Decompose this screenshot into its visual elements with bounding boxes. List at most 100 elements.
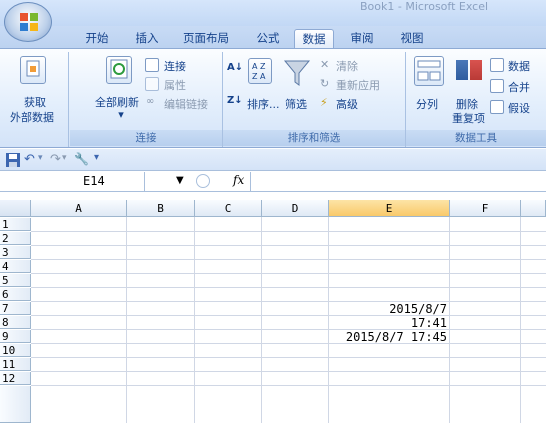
- insert-function-icon[interactable]: fx: [233, 173, 244, 187]
- formula-input[interactable]: [250, 172, 546, 191]
- gridline: [31, 329, 546, 330]
- cell-e6[interactable]: 2015/8/7: [329, 303, 447, 316]
- tab-insert[interactable]: 插入: [128, 29, 166, 48]
- row-header-1[interactable]: 1: [0, 218, 31, 231]
- office-button[interactable]: [4, 2, 52, 42]
- remove-duplicates-icon-2: [470, 60, 482, 80]
- tab-page-layout[interactable]: 页面布局: [174, 29, 238, 48]
- column-header-g[interactable]: [521, 200, 546, 217]
- refresh-all-icon[interactable]: [106, 56, 132, 84]
- advanced-filter-icon: ⚡: [320, 96, 328, 109]
- row-header-6[interactable]: 6: [0, 288, 31, 301]
- tab-view[interactable]: 视图: [392, 29, 432, 48]
- gridline: [31, 245, 546, 246]
- connections-button[interactable]: 连接: [164, 58, 186, 74]
- row-header-5[interactable]: 5: [0, 274, 31, 287]
- row-header-10[interactable]: 10: [0, 344, 31, 357]
- gridline: [449, 217, 450, 423]
- column-header-a[interactable]: A: [31, 200, 127, 217]
- row-header-2[interactable]: 2: [0, 232, 31, 245]
- consolidate-icon[interactable]: [490, 79, 504, 93]
- sort-desc-icon[interactable]: Z↓: [227, 95, 243, 106]
- tab-data[interactable]: 数据: [294, 29, 334, 48]
- remove-duplicates-icon[interactable]: [456, 60, 468, 80]
- tab-formulas[interactable]: 公式: [248, 29, 288, 48]
- properties-icon: [145, 77, 159, 91]
- get-external-data-label-1[interactable]: 获取: [20, 94, 50, 110]
- gridline: [31, 301, 546, 302]
- row-header-9[interactable]: 9: [0, 330, 31, 343]
- gridline: [194, 217, 195, 423]
- refresh-dropdown-icon[interactable]: ▾: [116, 108, 126, 121]
- row-header-7[interactable]: 7: [0, 302, 31, 315]
- row-header-3[interactable]: 3: [0, 246, 31, 259]
- sort-dialog-icon[interactable]: A ZZ A: [248, 58, 272, 84]
- cell-e7[interactable]: 17:41: [329, 317, 447, 330]
- gridline: [520, 217, 521, 423]
- gridline: [31, 343, 546, 344]
- svg-text:A Z: A Z: [252, 62, 266, 71]
- clear-filter-button[interactable]: 清除: [336, 58, 358, 74]
- window-title: Book1 - Microsoft Excel: [360, 0, 489, 13]
- row-header-11[interactable]: 11: [0, 358, 31, 371]
- advanced-filter-button[interactable]: 高级: [336, 96, 358, 112]
- text-to-columns-button[interactable]: 分列: [416, 96, 438, 112]
- column-header-d[interactable]: D: [262, 200, 329, 217]
- sort-button[interactable]: 排序...: [247, 96, 280, 112]
- text-to-columns-icon[interactable]: [414, 56, 444, 86]
- what-if-icon[interactable]: [490, 100, 504, 114]
- edit-links-icon: ∞: [146, 96, 155, 107]
- get-external-data-icon: [20, 56, 46, 84]
- gridline: [31, 371, 546, 372]
- row-header-12[interactable]: 12: [0, 372, 31, 385]
- formula-cancel-icon[interactable]: [196, 174, 210, 188]
- column-header-c[interactable]: C: [195, 200, 262, 217]
- connections-group-label: 连接: [70, 130, 222, 146]
- cell-e8[interactable]: 2015/8/7 17:45: [329, 331, 447, 344]
- gridline: [126, 217, 127, 423]
- gridline: [31, 273, 546, 274]
- gridline: [31, 259, 546, 260]
- gridline: [31, 315, 546, 316]
- gridline: [31, 385, 546, 386]
- custom-tool-icon[interactable]: 🔧: [74, 152, 89, 166]
- column-header-f[interactable]: F: [450, 200, 521, 217]
- clear-filter-icon: ✕: [320, 58, 330, 71]
- row-header-13[interactable]: [0, 386, 31, 423]
- data-validation-button[interactable]: 数据: [508, 58, 530, 74]
- column-header-e[interactable]: E: [329, 200, 450, 217]
- tab-home[interactable]: 开始: [78, 29, 116, 48]
- customize-qat-icon[interactable]: ▾: [94, 152, 99, 163]
- gridline: [31, 231, 546, 232]
- data-validation-icon[interactable]: [490, 58, 504, 72]
- redo-icon[interactable]: ↷: [50, 152, 61, 167]
- remove-duplicates-label-2[interactable]: 重复项: [452, 110, 485, 126]
- column-header-b[interactable]: B: [127, 200, 195, 217]
- select-all-corner[interactable]: [0, 200, 31, 217]
- undo-dropdown-icon[interactable]: ▾: [38, 153, 43, 163]
- worksheet-grid[interactable]: [0, 200, 546, 423]
- sort-filter-group-label: 排序和筛选: [223, 130, 405, 146]
- undo-icon[interactable]: ↶: [24, 152, 35, 167]
- redo-dropdown-icon[interactable]: ▾: [62, 153, 67, 163]
- connections-icon: [145, 58, 159, 72]
- gridline: [31, 357, 546, 358]
- get-external-data-label-2[interactable]: 外部数据: [2, 109, 62, 125]
- edit-links-button[interactable]: 编辑链接: [164, 96, 208, 112]
- save-icon[interactable]: [5, 152, 21, 168]
- sort-asc-icon[interactable]: A↓: [227, 62, 243, 73]
- reapply-button[interactable]: 重新应用: [336, 77, 380, 93]
- svg-text:Z A: Z A: [252, 72, 266, 81]
- row-header-8[interactable]: 8: [0, 316, 31, 329]
- gridline: [261, 217, 262, 423]
- name-box[interactable]: E14: [0, 172, 145, 191]
- what-if-button[interactable]: 假设: [508, 100, 530, 116]
- filter-button[interactable]: 筛选: [285, 96, 307, 112]
- tab-review[interactable]: 审阅: [342, 29, 382, 48]
- properties-button[interactable]: 属性: [164, 77, 186, 93]
- reapply-icon: ↻: [320, 77, 330, 90]
- filter-funnel-icon[interactable]: [283, 58, 311, 88]
- name-box-dropdown-icon[interactable]: ▼: [176, 175, 184, 186]
- row-header-4[interactable]: 4: [0, 260, 31, 273]
- consolidate-button[interactable]: 合并: [508, 79, 530, 95]
